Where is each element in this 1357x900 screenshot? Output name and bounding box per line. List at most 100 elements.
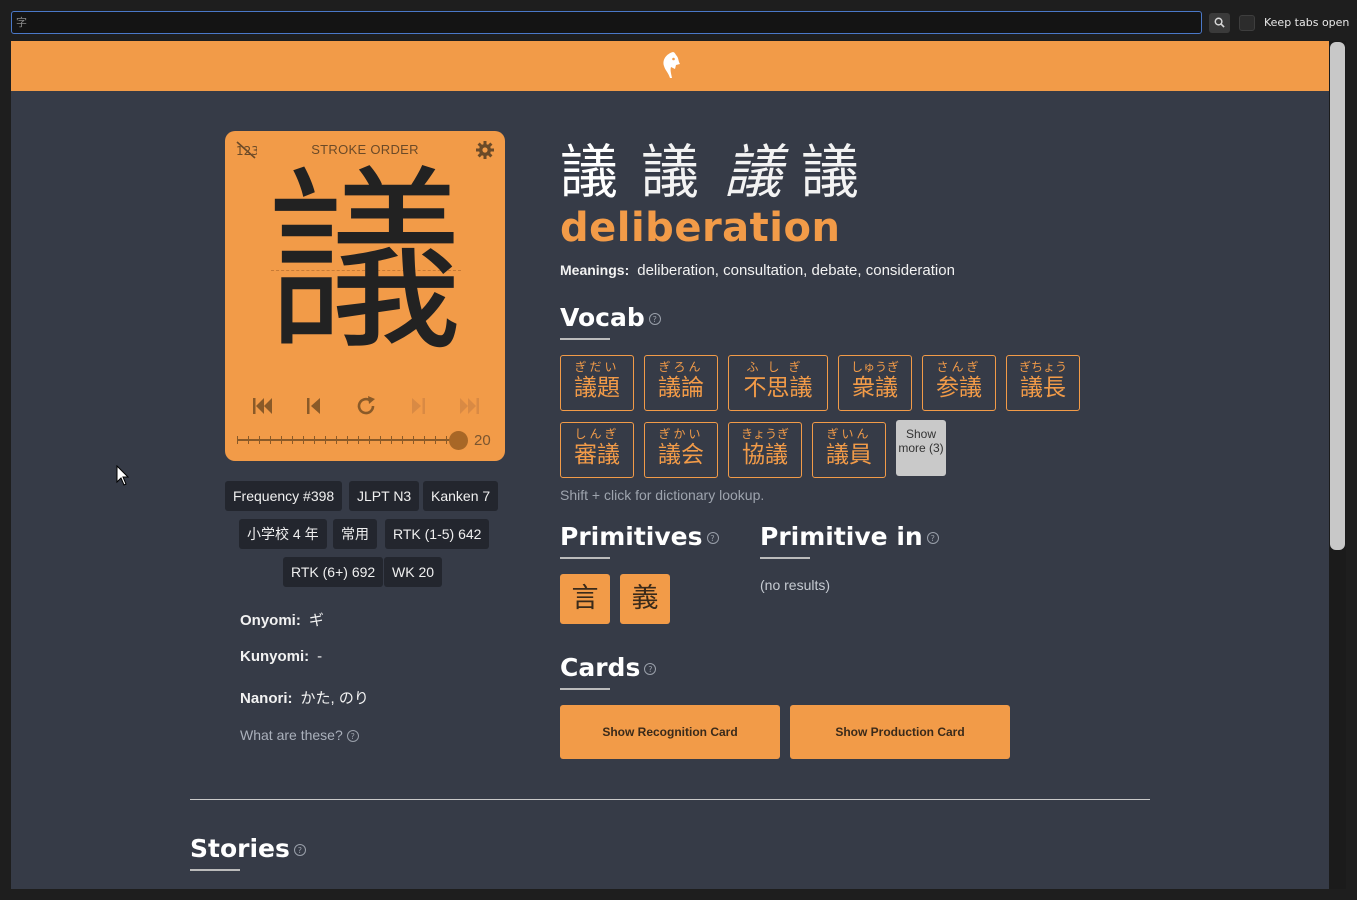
show-production-card-button[interactable]: Show Production Card — [790, 705, 1010, 759]
vocab-furigana: ふしぎ — [746, 360, 810, 374]
vocab-title: Vocab — [560, 303, 645, 332]
replay-icon[interactable] — [353, 393, 379, 419]
show-recognition-card-button[interactable]: Show Recognition Card — [560, 705, 780, 759]
frequency-badge: Frequency #398 — [225, 481, 343, 511]
vocab-word: 議員 — [826, 442, 872, 468]
nanori-value: かた, のり — [300, 690, 369, 707]
primitive-in-heading: Primitive in? — [760, 522, 939, 551]
help-icon[interactable]: ? — [346, 730, 359, 743]
primitive-item[interactable]: 言 — [560, 574, 610, 624]
vocab-item[interactable]: ぎいん 議員 — [812, 422, 886, 478]
vocab-word: 協議 — [742, 442, 788, 468]
kanji-variant-serif: 議 — [641, 138, 700, 206]
primitive-item[interactable]: 義 — [620, 574, 670, 624]
vocab-word: 議題 — [574, 375, 620, 401]
keep-tabs-checkbox[interactable] — [1239, 15, 1255, 31]
stories-underline — [190, 869, 240, 871]
onyomi-row: Onyomi: ギ — [240, 609, 324, 630]
vocab-word: 議論 — [658, 375, 704, 401]
primary-meaning: deliberation — [560, 205, 841, 251]
primitive-in-empty: (no results) — [760, 577, 831, 593]
stroke-order-kanji: 議 — [266, 149, 463, 377]
vocab-help-icon[interactable]: ? — [648, 313, 661, 325]
rtk6-badge: RTK (6+) 692 — [283, 557, 384, 587]
vocab-underline — [560, 338, 610, 340]
first-stroke-icon[interactable] — [249, 393, 275, 419]
kunyomi-value: - — [317, 648, 323, 665]
primitives-underline — [560, 557, 610, 559]
cards-title: Cards — [560, 653, 641, 682]
vocab-item[interactable]: しんぎ 審議 — [560, 422, 634, 478]
what-are-these-label: What are these? — [240, 727, 343, 743]
vocab-item[interactable]: ぎかい 議会 — [644, 422, 718, 478]
primitive-in-underline — [760, 557, 810, 559]
primitive-in-help-icon[interactable]: ? — [926, 532, 939, 544]
stories-help-icon[interactable]: ? — [293, 844, 306, 856]
nanori-label: Nanori: — [240, 690, 293, 707]
vocab-furigana: ぎちょう — [1018, 360, 1067, 374]
vocab-heading: Vocab? — [560, 303, 661, 332]
meanings-value: deliberation, consultation, debate, cons… — [637, 262, 955, 279]
what-are-these-link[interactable]: What are these?? — [240, 727, 359, 743]
vocab-word: 参議 — [936, 375, 982, 401]
primitive-in-title: Primitive in — [760, 522, 923, 551]
primitives-help-icon[interactable]: ? — [706, 532, 719, 544]
search-icon — [1214, 17, 1225, 28]
previous-stroke-icon[interactable] — [301, 393, 327, 419]
vocab-item[interactable]: きょうぎ 協議 — [728, 422, 802, 478]
vocab-item[interactable]: ぎちょう 議長 — [1006, 355, 1080, 411]
joyo-badge: 常用 — [333, 519, 377, 549]
kanji-variant-brush: 議 — [724, 138, 783, 206]
logo-icon[interactable] — [658, 50, 684, 80]
kanji-variant-seal: 議 — [801, 138, 860, 206]
kanji-main: 議 — [560, 138, 619, 206]
next-stroke-icon[interactable] — [405, 393, 431, 419]
vocab-furigana: ぎかい — [658, 427, 704, 441]
vocab-furigana: ぎいん — [826, 427, 872, 441]
kunyomi-label: Kunyomi: — [240, 648, 310, 665]
onyomi-label: Onyomi: — [240, 612, 301, 629]
keep-tabs-label: Keep tabs open — [1264, 16, 1350, 29]
scrollbar-thumb[interactable] — [1330, 42, 1345, 550]
vocab-furigana: しんぎ — [574, 427, 620, 441]
vocab-item[interactable]: ふしぎ 不思議 — [728, 355, 828, 411]
kanken-badge: Kanken 7 — [423, 481, 499, 511]
meanings-row: Meanings: deliberation, consultation, deb… — [560, 262, 955, 279]
cards-underline — [560, 688, 610, 690]
vocab-furigana: きょうぎ — [740, 427, 789, 441]
jlpt-badge: JLPT N3 — [349, 481, 420, 511]
stories-title: Stories — [190, 834, 290, 863]
stories-heading: Stories? — [190, 834, 306, 863]
cards-help-icon[interactable]: ? — [644, 663, 657, 675]
vocab-word: 議長 — [1020, 375, 1066, 401]
nanori-row: Nanori: かた, のり — [240, 687, 369, 708]
onyomi-value: ギ — [308, 612, 324, 629]
mouse-cursor-icon — [116, 465, 130, 486]
vocab-item[interactable]: しゅうぎ 衆議 — [838, 355, 912, 411]
cards-heading: Cards? — [560, 653, 657, 682]
last-stroke-icon[interactable] — [457, 393, 483, 419]
search-button[interactable] — [1209, 13, 1230, 33]
header-band — [11, 41, 1329, 91]
vocab-furigana: ぎだい — [574, 360, 620, 374]
show-more-button[interactable]: Show more (3) — [896, 420, 946, 476]
rtk1-badge: RTK (1-5) 642 — [385, 519, 490, 549]
stroke-slider-handle[interactable] — [449, 431, 468, 450]
kunyomi-row: Kunyomi: - — [240, 648, 322, 665]
vocab-word: 議会 — [658, 442, 704, 468]
vocab-item[interactable]: ぎだい 議題 — [560, 355, 634, 411]
vocab-item[interactable]: ぎろん 議論 — [644, 355, 718, 411]
app-frame: 123 STROKE ORDER 議 — [11, 41, 1329, 889]
vocab-furigana: しゅうぎ — [850, 360, 899, 374]
vocab-word: 審議 — [574, 442, 620, 468]
search-input[interactable]: 字 — [11, 11, 1202, 34]
vocab-word: 衆議 — [852, 375, 898, 401]
stroke-count: 20 — [474, 432, 491, 449]
dictionary-hint: Shift + click for dictionary lookup. — [560, 487, 765, 503]
vocab-item[interactable]: さんぎ 参議 — [922, 355, 996, 411]
stroke-order-panel: 123 STROKE ORDER 議 — [225, 131, 505, 461]
section-divider — [190, 799, 1150, 800]
vocab-word: 不思議 — [743, 375, 813, 401]
primitives-title: Primitives — [560, 522, 703, 551]
stroke-slider-ticks — [237, 436, 459, 444]
